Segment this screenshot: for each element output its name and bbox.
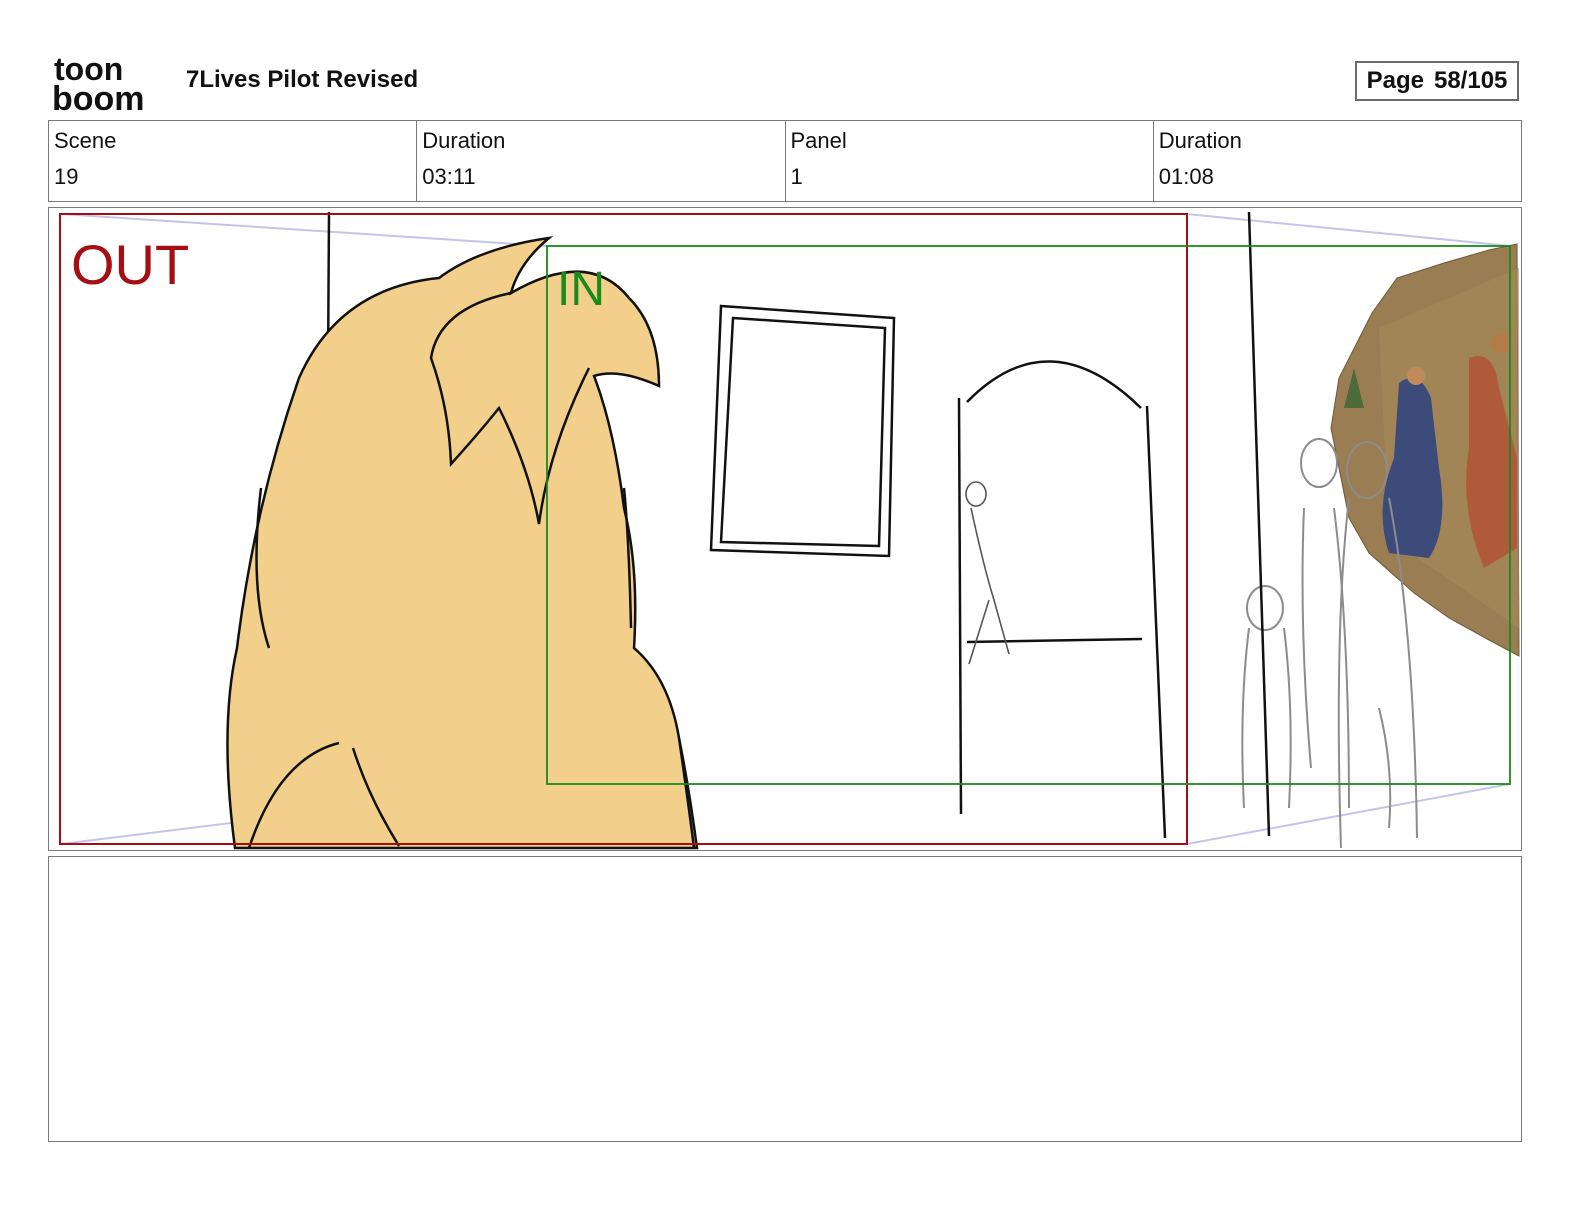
panel-value: 1 — [790, 164, 803, 189]
panel-duration-value: 01:08 — [1158, 164, 1214, 189]
storyboard-panel: OUT IN — [48, 207, 1522, 851]
panel-notes-area[interactable] — [48, 856, 1522, 1142]
page-label: Page — [1366, 67, 1424, 94]
scene-duration-value: 03:11 — [422, 164, 476, 189]
scene-cell: Scene 19 — [49, 121, 418, 201]
scene-info-table: Scene 19 Duration 03:11 Panel 1 Duration… — [48, 120, 1522, 202]
scene-duration-cell: Duration 03:11 — [417, 121, 786, 201]
panel-label: Panel — [790, 128, 847, 153]
panel-duration-cell: Duration 01:08 — [1154, 121, 1521, 201]
toon-boom-logo: toon boom — [52, 52, 145, 112]
page-number: 58/105 — [1433, 67, 1508, 94]
distant-figure-sketch — [965, 481, 1010, 665]
out-frame-label: OUT — [71, 233, 189, 296]
mural-head-2 — [1491, 333, 1511, 353]
in-frame-label: IN — [557, 263, 605, 316]
character-hair — [226, 236, 699, 850]
panel-drawing: OUT IN — [59, 211, 1520, 850]
mural-head-1 — [1407, 367, 1425, 385]
scene-duration-label: Duration — [422, 128, 506, 153]
logo-line-2: boom — [52, 80, 145, 112]
document-title: 7Lives Pilot Revised — [186, 66, 419, 93]
scene-label: Scene — [54, 128, 117, 153]
page-indicator: Page 58/105 — [1355, 61, 1519, 101]
panel-duration-label: Duration — [1158, 128, 1242, 153]
scene-value: 19 — [54, 164, 79, 189]
panel-cell: Panel 1 — [786, 121, 1154, 201]
